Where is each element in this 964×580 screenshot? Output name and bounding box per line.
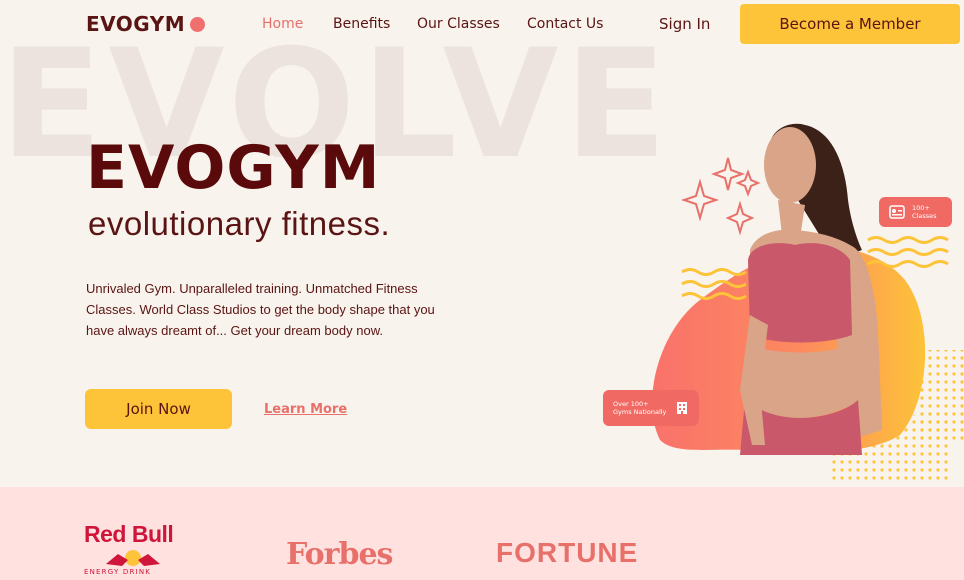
fortune-logo: FORTUNE <box>496 537 639 568</box>
gyms-badge: Over 100+ Gyms Nationally <box>603 390 699 426</box>
wave-right-2 <box>867 248 949 256</box>
hero-illustration <box>652 123 964 480</box>
sparkle-icon <box>680 178 720 222</box>
id-card-icon <box>889 205 905 219</box>
wave-left-1 <box>681 268 747 276</box>
hero-subtitle: evolutionary fitness. <box>88 205 391 242</box>
wave-right-1 <box>867 236 949 244</box>
classes-badge-text: 100+ Classes <box>912 204 937 220</box>
become-member-button[interactable]: Become a Member <box>740 4 960 44</box>
sponsors-band: Red Bull ENERGY DRINK Forbes FORTUNE <box>0 487 964 580</box>
hero-description: Unrivaled Gym. Unparalleled training. Un… <box>86 281 435 338</box>
forbes-logo: Forbes <box>286 537 393 572</box>
classes-badge: 100+ Classes <box>879 197 952 227</box>
redbull-subtitle: ENERGY DRINK <box>84 568 152 576</box>
redbull-wordmark: Red Bull <box>84 521 174 547</box>
athlete-figure <box>740 123 882 455</box>
learn-more-link[interactable]: Learn More <box>264 402 347 417</box>
hero-title: EVOGYM <box>86 133 381 203</box>
bulls-icon <box>106 550 160 566</box>
building-icon <box>677 402 687 414</box>
sparkle-icon <box>725 200 755 236</box>
gyms-badge-text: Over 100+ Gyms Nationally <box>613 400 667 416</box>
sparkle-icon <box>711 157 745 191</box>
redbull-logo: Red Bull ENERGY DRINK <box>84 521 184 577</box>
join-now-button[interactable]: Join Now <box>85 389 232 429</box>
